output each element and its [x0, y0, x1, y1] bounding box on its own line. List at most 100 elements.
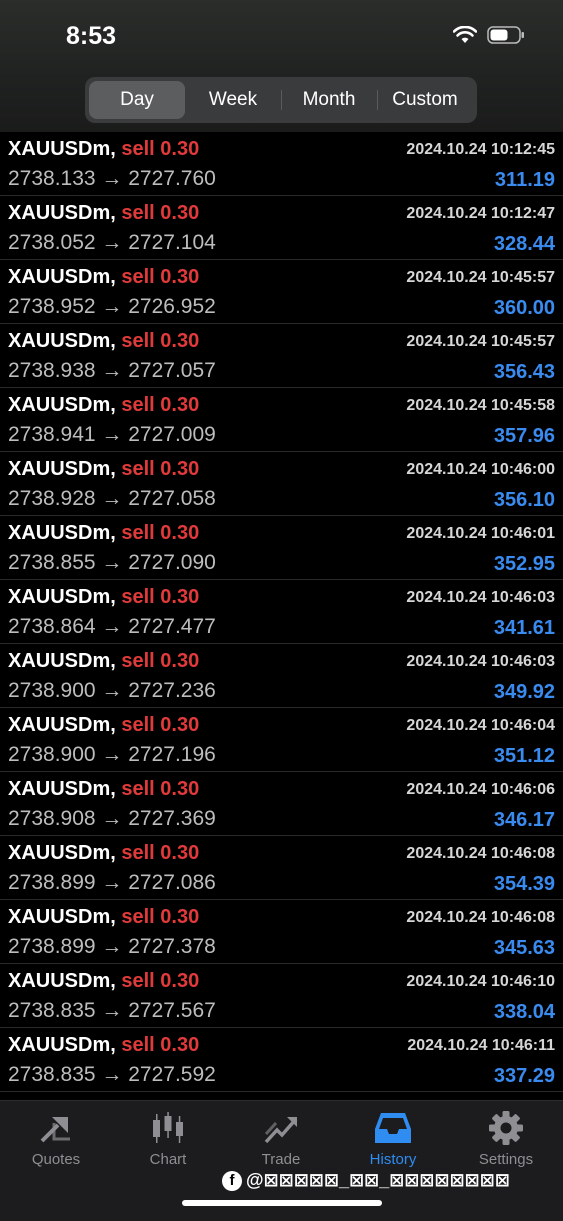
trade-symbol-line: XAUUSDm, sell 0.30 [8, 778, 199, 801]
trade-time: 2024.10.24 10:46:08 [406, 909, 555, 926]
segment-month[interactable]: Month [281, 81, 377, 119]
trade-volume: 0.30 [160, 394, 200, 416]
trade-profit: 354.39 [493, 873, 555, 895]
tab-quotes[interactable]: Quotes [6, 1111, 106, 1168]
trade-volume: 0.30 [160, 586, 200, 608]
chart-icon [153, 1112, 183, 1143]
trade-symbol-line: XAUUSDm, sell 0.30 [8, 970, 199, 993]
tab-label: History [369, 1151, 417, 1168]
trade-row[interactable]: XAUUSDm, sell 0.30 2738.908 → 2727.369 202… [0, 772, 563, 836]
trade-symbol: XAUUSDm, [8, 202, 116, 224]
trade-symbol: XAUUSDm, [8, 458, 116, 480]
settings-icon [489, 1111, 523, 1145]
trade-prices: 2738.941 → 2727.009 [8, 423, 216, 446]
trade-row[interactable]: XAUUSDm, sell 0.30 2738.928 → 2727.058 202… [0, 452, 563, 516]
tab-label: Settings [478, 1151, 534, 1168]
trade-profit: 345.63 [493, 937, 555, 959]
trade-side: sell [121, 394, 155, 416]
trade-symbol-line: XAUUSDm, sell 0.30 [8, 650, 199, 673]
watermark-text: @⊠⊠⊠⊠⊠_⊠⊠_⊠⊠⊠⊠⊠⊠⊠⊠ [246, 1170, 510, 1190]
tab-label: Quotes [31, 1151, 81, 1168]
trade-row[interactable]: XAUUSDm, sell 0.30 2738.133 → 2727.760 202… [0, 132, 563, 196]
trade-symbol: XAUUSDm, [8, 714, 116, 736]
trade-row[interactable]: XAUUSDm, sell 0.30 2738.864 → 2727.477 202… [0, 580, 563, 644]
trade-side: sell [121, 522, 155, 544]
trade-volume: 0.30 [160, 330, 200, 352]
trade-profit: 337.29 [493, 1065, 555, 1087]
trade-profit: 351.12 [493, 745, 555, 767]
trade-symbol: XAUUSDm, [8, 906, 116, 928]
trade-prices: 2738.908 → 2727.369 [8, 807, 216, 830]
trade-symbol-line: XAUUSDm, sell 0.30 [8, 394, 199, 417]
trade-prices: 2738.864 → 2727.477 [8, 615, 216, 638]
trade-row[interactable]: XAUUSDm, sell 0.30 2738.855 → 2727.090 202… [0, 516, 563, 580]
tab-settings[interactable]: Settings [456, 1111, 556, 1168]
status-time: 8:53 [66, 22, 117, 50]
trade-side: sell [121, 650, 155, 672]
trade-profit: 357.96 [493, 425, 555, 447]
trade-row[interactable]: XAUUSDm, sell 0.30 2738.952 → 2726.952 202… [0, 260, 563, 324]
trade-side: sell [121, 906, 155, 928]
trade-symbol-line: XAUUSDm, sell 0.30 [8, 714, 199, 737]
trade-prices: 2738.133 → 2727.760 [8, 167, 216, 190]
trade-time: 2024.10.24 10:46:08 [406, 845, 555, 862]
trade-profit: 352.95 [493, 553, 555, 575]
trade-side: sell [121, 266, 155, 288]
trade-time: 2024.10.24 10:46:04 [406, 717, 555, 734]
trade-volume: 0.30 [160, 138, 200, 160]
trade-row[interactable]: XAUUSDm, sell 0.30 2738.941 → 2727.009 202… [0, 388, 563, 452]
trade-symbol-line: XAUUSDm, sell 0.30 [8, 522, 199, 545]
trade-symbol-line: XAUUSDm, sell 0.30 [8, 842, 199, 865]
status-icons [452, 25, 525, 49]
trade-volume: 0.30 [160, 202, 200, 224]
top-bar: 8:53 Day Week Month Custom [0, 0, 563, 132]
trade-profit: 338.04 [493, 1001, 555, 1023]
trade-volume: 0.30 [160, 906, 200, 928]
trade-volume: 0.30 [160, 650, 200, 672]
tab-label: Chart [149, 1151, 187, 1168]
trade-row[interactable]: XAUUSDm, sell 0.30 2738.835 → 2727.592 202… [0, 1028, 563, 1092]
trade-time: 2024.10.24 10:45:57 [406, 269, 555, 286]
trade-profit: 360.00 [493, 297, 555, 319]
tab-history[interactable]: History [343, 1111, 443, 1168]
trade-row[interactable]: XAUUSDm, sell 0.30 2738.938 → 2727.057 202… [0, 324, 563, 388]
segment-week[interactable]: Week [185, 81, 281, 119]
trade-row[interactable]: XAUUSDm, sell 0.30 2738.052 → 2727.104 202… [0, 196, 563, 260]
trade-row[interactable]: XAUUSDm, sell 0.30 2738.900 → 2727.196 202… [0, 708, 563, 772]
trade-time: 2024.10.24 10:46:03 [406, 589, 555, 606]
trade-row[interactable]: XAUUSDm, sell 0.30 2738.900 → 2727.236 202… [0, 644, 563, 708]
trade-symbol-line: XAUUSDm, sell 0.30 [8, 586, 199, 609]
trade-symbol: XAUUSDm, [8, 842, 116, 864]
trade-prices: 2738.900 → 2727.236 [8, 679, 216, 702]
trade-row[interactable]: XAUUSDm, sell 0.30 2738.899 → 2727.378 202… [0, 900, 563, 964]
trade-symbol: XAUUSDm, [8, 970, 116, 992]
battery-icon [487, 26, 525, 49]
trade-symbol-line: XAUUSDm, sell 0.30 [8, 330, 199, 353]
trade-volume: 0.30 [160, 1034, 200, 1056]
trade-symbol: XAUUSDm, [8, 778, 116, 800]
tab-label: Trade [261, 1151, 301, 1168]
segment-day[interactable]: Day [89, 81, 185, 119]
trade-time: 2024.10.24 10:46:03 [406, 653, 555, 670]
trade-time: 2024.10.24 10:45:57 [406, 333, 555, 350]
trade-profit: 349.92 [493, 681, 555, 703]
home-indicator[interactable] [182, 1200, 382, 1206]
trade-side: sell [121, 138, 155, 160]
trade-volume: 0.30 [160, 266, 200, 288]
tab-chart[interactable]: Chart [118, 1111, 218, 1168]
trade-volume: 0.30 [160, 842, 200, 864]
segment-custom[interactable]: Custom [377, 81, 473, 119]
tab-trade[interactable]: Trade [231, 1111, 331, 1168]
trade-row[interactable]: XAUUSDm, sell 0.30 2738.835 → 2727.567 202… [0, 964, 563, 1028]
trade-symbol: XAUUSDm, [8, 394, 116, 416]
trade-volume: 0.30 [160, 970, 200, 992]
trade-side: sell [121, 202, 155, 224]
trade-symbol-line: XAUUSDm, sell 0.30 [8, 458, 199, 481]
trade-time: 2024.10.24 10:46:00 [406, 461, 555, 478]
trade-symbol-line: XAUUSDm, sell 0.30 [8, 906, 199, 929]
trade-history-list: XAUUSDm, sell 0.30 2738.133 → 2727.760 202… [0, 132, 563, 1092]
trade-row[interactable]: XAUUSDm, sell 0.30 2738.899 → 2727.086 202… [0, 836, 563, 900]
trade-side: sell [121, 778, 155, 800]
trade-side: sell [121, 970, 155, 992]
trade-side: sell [121, 330, 155, 352]
